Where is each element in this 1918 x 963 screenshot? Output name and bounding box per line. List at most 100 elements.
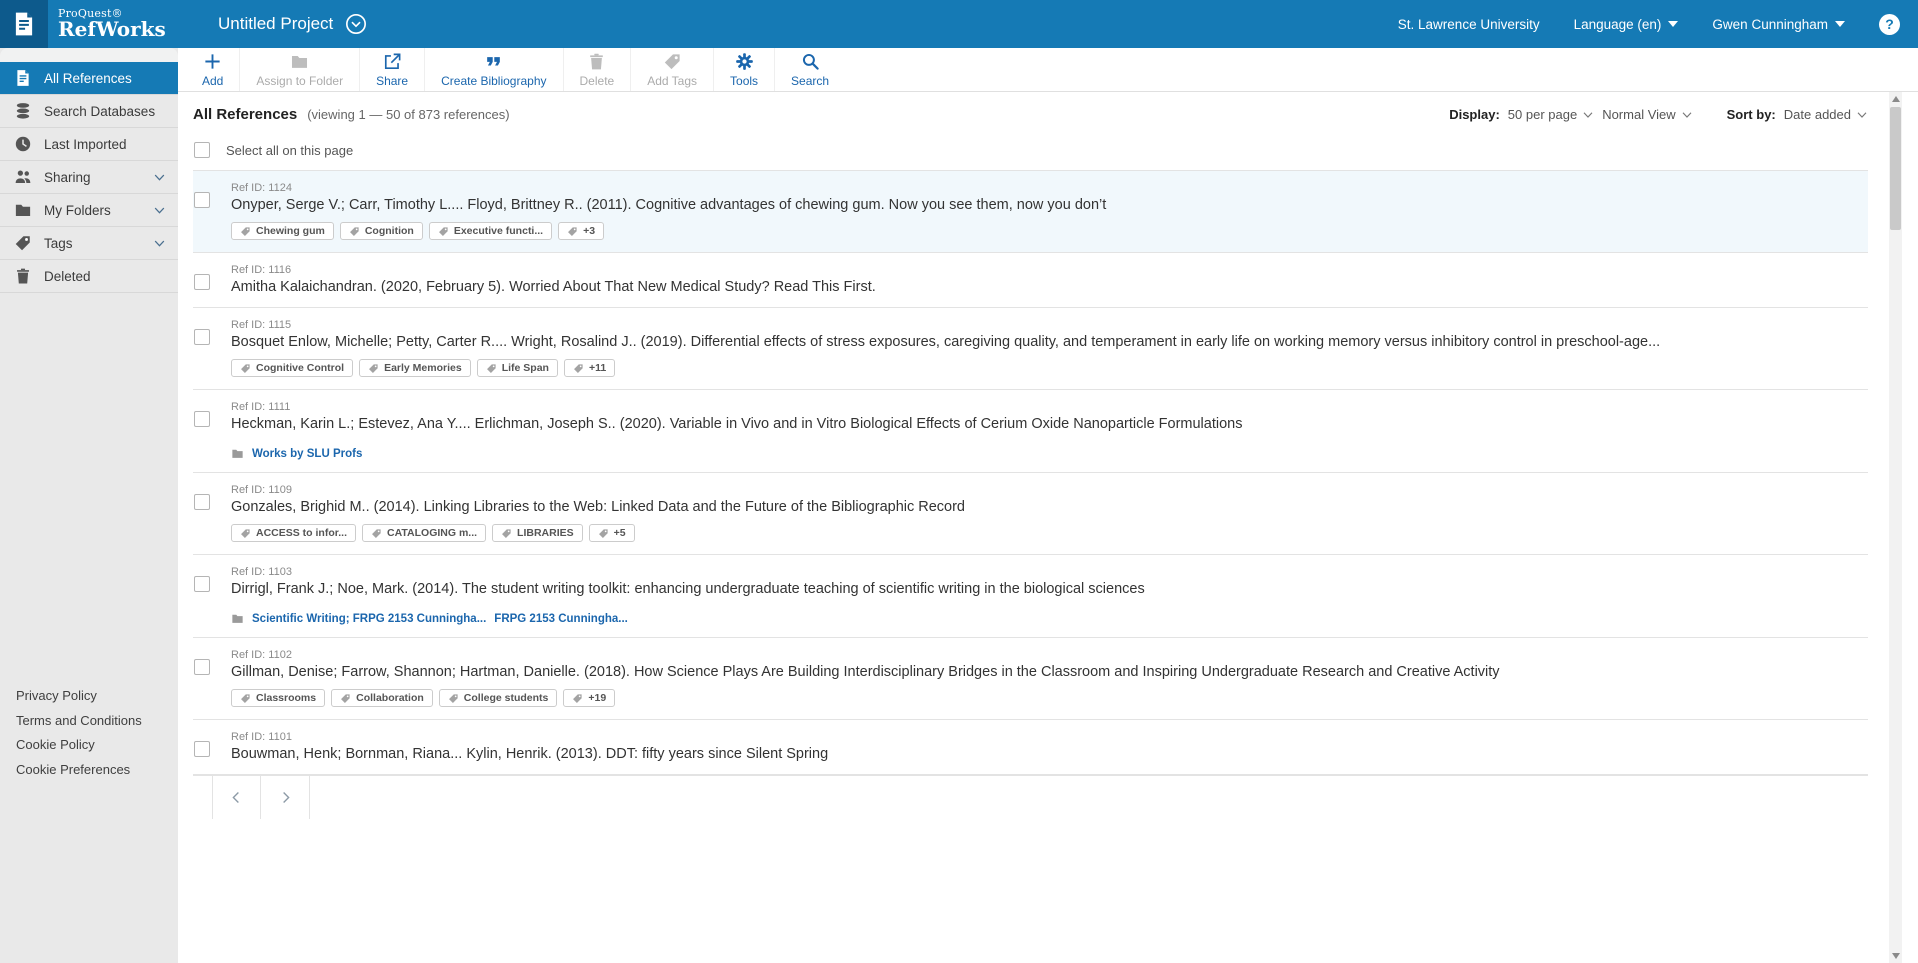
tag-chip[interactable]: Cognitive Control [231, 359, 354, 377]
tag-label: CATALOGING m... [387, 527, 478, 539]
per-page-value: 50 per page [1507, 107, 1578, 122]
sidebar-item-last-imported[interactable]: Last Imported [0, 128, 178, 161]
sidebar-footer: Privacy Policy Terms and Conditions Cook… [16, 684, 142, 782]
page-title: All References [193, 106, 298, 123]
clock-icon [14, 135, 32, 153]
assign-to-folder-button: Assign to Folder [239, 48, 359, 91]
tag-chip[interactable]: Collaboration [331, 689, 433, 707]
display-label: Display: [1449, 107, 1500, 122]
ref-citation[interactable]: Heckman, Karin L.; Estevez, Ana Y.... Er… [231, 416, 1242, 432]
tag-overflow-chip[interactable]: +11 [563, 359, 616, 377]
tag-chip[interactable]: ACCESS to infor... [231, 524, 357, 542]
tag-chip[interactable]: Chewing gum [231, 222, 334, 240]
tag-icon [567, 226, 578, 237]
per-page-dropdown[interactable]: 50 per page [1508, 107, 1594, 122]
select-all-checkbox[interactable] [194, 142, 210, 158]
language-menu[interactable]: Language (en) [1574, 17, 1679, 32]
create-bibliography-button[interactable]: Create Bibliography [424, 48, 562, 91]
chevron-down-icon[interactable] [153, 237, 166, 250]
folder-link[interactable]: FRPG 2153 Cunningha... [494, 613, 628, 625]
sidebar-item-search-databases[interactable]: Search Databases [0, 95, 178, 128]
sidebar-item-sharing[interactable]: Sharing [0, 161, 178, 194]
user-menu[interactable]: Gwen Cunningham [1712, 17, 1845, 32]
ref-citation[interactable]: Bosquet Enlow, Michelle; Petty, Carter R… [231, 334, 1660, 350]
tag-label: Collaboration [356, 692, 424, 704]
sidebar-item-label: Search Databases [44, 103, 156, 119]
view-mode-dropdown[interactable]: Normal View [1602, 107, 1692, 122]
ref-id: Ref ID: 1101 [231, 731, 292, 743]
ref-id: Ref ID: 1102 [231, 649, 292, 661]
share-button[interactable]: Share [359, 48, 424, 91]
folder-link[interactable]: Scientific Writing; FRPG 2153 Cunningha.… [252, 613, 486, 625]
tag-icon [240, 528, 251, 539]
cookie-preferences-link[interactable]: Cookie Preferences [16, 758, 142, 783]
reference-checkbox[interactable] [194, 192, 210, 208]
reference-checkbox[interactable] [194, 411, 210, 427]
reference-checkbox[interactable] [194, 494, 210, 510]
tag-chip[interactable]: Classrooms [231, 689, 326, 707]
vertical-scrollbar[interactable] [1889, 92, 1902, 963]
reference-row[interactable]: Ref ID: 1111 Heckman, Karin L.; Estevez,… [193, 390, 1868, 473]
tag-chip[interactable]: Early Memories [359, 359, 471, 377]
sidebar-top-strip [0, 48, 178, 62]
reference-row[interactable]: Ref ID: 1116 Amitha Kalaichandran. (2020… [193, 253, 1868, 308]
app-logo[interactable] [0, 0, 48, 48]
tag-overflow-chip[interactable]: +3 [558, 222, 605, 240]
ref-citation[interactable]: Bouwman, Henk; Bornman, Riana... Kylin, … [231, 746, 828, 762]
ref-citation[interactable]: Onyper, Serge V.; Carr, Timothy L.... Fl… [231, 197, 1106, 213]
terms-and-conditions-link[interactable]: Terms and Conditions [16, 709, 142, 734]
ref-citation[interactable]: Gillman, Denise; Farrow, Shannon; Hartma… [231, 664, 1500, 680]
privacy-policy-link[interactable]: Privacy Policy [16, 684, 142, 709]
toolbar-label: Add [202, 73, 224, 88]
project-selector[interactable]: Untitled Project [218, 0, 367, 48]
reference-row[interactable]: Ref ID: 1102 Gillman, Denise; Farrow, Sh… [193, 638, 1868, 720]
tag-chip[interactable]: Executive functi... [428, 222, 553, 240]
previous-page-button[interactable] [212, 776, 261, 819]
tag-chip[interactable]: Life Span [476, 359, 558, 377]
sidebar-item-all-references[interactable]: All References [0, 62, 178, 95]
reference-checkbox[interactable] [194, 741, 210, 757]
sidebar-item-tags[interactable]: Tags [0, 227, 178, 260]
sidebar-item-deleted[interactable]: Deleted [0, 260, 178, 293]
search-button[interactable]: Search [774, 48, 845, 91]
reference-row[interactable]: Ref ID: 1124 Onyper, Serge V.; Carr, Tim… [193, 171, 1868, 253]
next-page-button[interactable] [261, 776, 310, 819]
reference-list: Ref ID: 1124 Onyper, Serge V.; Carr, Tim… [193, 170, 1868, 775]
tag-chip[interactable]: CATALOGING m... [362, 524, 487, 542]
tag-chip[interactable]: Cognition [339, 222, 423, 240]
pagination [193, 775, 1868, 819]
ref-citation[interactable]: Amitha Kalaichandran. (2020, February 5)… [231, 279, 876, 295]
reference-row[interactable]: Ref ID: 1101 Bouwman, Henk; Bornman, Ria… [193, 720, 1868, 775]
reference-row[interactable]: Ref ID: 1115 Bosquet Enlow, Michelle; Pe… [193, 308, 1868, 390]
scrollbar-thumb[interactable] [1890, 107, 1901, 230]
triangle-up-icon [1891, 96, 1900, 102]
reference-checkbox[interactable] [194, 329, 210, 345]
ref-citation[interactable]: Gonzales, Brighid M.. (2014). Linking Li… [231, 499, 965, 515]
ref-id: Ref ID: 1103 [231, 566, 292, 578]
sidebar-item-my-folders[interactable]: My Folders [0, 194, 178, 227]
tag-overflow-chip[interactable]: +5 [588, 524, 635, 542]
project-name: Untitled Project [218, 14, 334, 33]
cookie-policy-link[interactable]: Cookie Policy [16, 733, 142, 758]
reference-checkbox[interactable] [194, 659, 210, 675]
tag-chip[interactable]: LIBRARIES [492, 524, 583, 542]
tag-overflow-chip[interactable]: +19 [563, 689, 616, 707]
tag-label: College students [463, 692, 549, 704]
chevron-down-icon[interactable] [153, 171, 166, 184]
tag-chip[interactable]: College students [438, 689, 558, 707]
add-button[interactable]: Add [186, 48, 239, 91]
reference-row[interactable]: Ref ID: 1103 Dirrigl, Frank J.; Noe, Mar… [193, 555, 1868, 638]
tools-button[interactable]: Tools [713, 48, 774, 91]
reference-row[interactable]: Ref ID: 1109 Gonzales, Brighid M.. (2014… [193, 473, 1868, 555]
sort-by-label: Sort by: [1726, 107, 1776, 122]
scroll-down-button[interactable] [1889, 949, 1902, 963]
chevron-down-icon[interactable] [153, 204, 166, 217]
help-button[interactable]: ? [1879, 13, 1900, 35]
folder-link[interactable]: Works by SLU Profs [252, 448, 362, 460]
scroll-up-button[interactable] [1889, 92, 1902, 106]
reference-checkbox[interactable] [194, 274, 210, 290]
reference-checkbox[interactable] [194, 576, 210, 592]
document-icon [11, 11, 37, 37]
sort-dropdown[interactable]: Date added [1784, 107, 1868, 122]
ref-citation[interactable]: Dirrigl, Frank J.; Noe, Mark. (2014). Th… [231, 581, 1145, 597]
